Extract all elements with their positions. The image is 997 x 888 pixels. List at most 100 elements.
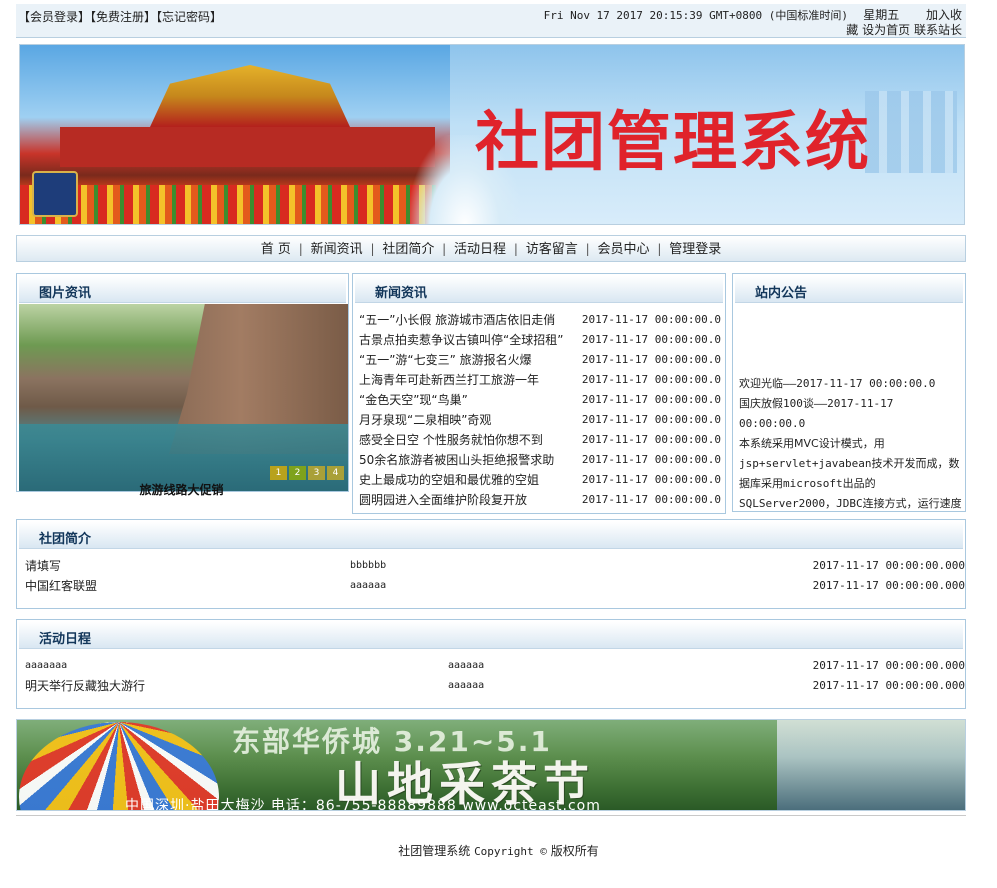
news-title-link[interactable]: 圆明园进入全面维护阶段复开放 (359, 490, 574, 510)
table-row: aaaaaaa aaaaaa 2017-11-17 00:00:00.000 (23, 656, 965, 676)
copyright-site: 社团管理系统 (398, 844, 471, 858)
activity-list: aaaaaaa aaaaaa 2017-11-17 00:00:00.000 明… (23, 656, 965, 696)
activity-schedule-panel: 活动日程 aaaaaaa aaaaaa 2017-11-17 00:00:00.… (16, 619, 966, 709)
activity-content: aaaaaa (448, 660, 485, 671)
system-description: 本系统采用MVC设计模式，用 (739, 437, 885, 450)
list-item: 50余名旅游者被困山头拒绝报警求助 2017-11-17 00:00:00.0 (359, 450, 721, 470)
news-title-link[interactable]: “金色天空”现“鸟巢” (359, 390, 574, 410)
top-bar: 【会员登录】【免费注册】【忘记密码】 Fri Nov 17 2017 20:15… (16, 4, 966, 38)
table-row: 明天举行反藏独大游行 aaaaaa 2017-11-17 00:00:00.00… (23, 676, 965, 696)
news-title-link[interactable]: 50余名旅游者被困山头拒绝报警求助 (359, 450, 574, 470)
club-content: bbbbbb (350, 560, 387, 571)
clock-text: Fri Nov 17 2017 20:15:39 GMT+0800 (中国标准时… (543, 9, 848, 22)
system-description: 据库采用microsoft出品的 (739, 477, 876, 490)
slideshow-image[interactable]: 1 2 3 4 (19, 304, 348, 491)
news-panel: 新闻资讯 “五一”小长假 旅游城市酒店依旧走俏 2017-11-17 00:00:… (352, 273, 726, 514)
nav-separator: | (513, 242, 518, 256)
system-description: SQLServer2000，JDBC连接方式，运行速度 (739, 497, 962, 510)
list-item: “五一”小长假 旅游城市酒店依旧走俏 2017-11-17 00:00:00.0 (359, 310, 721, 330)
main-nav: 首 页 | 新闻资讯 | 社团简介 | 活动日程 | 访客留言 | 会员中心 |… (16, 235, 966, 262)
nav-member-center[interactable]: 会员中心 (593, 242, 653, 257)
announcement-link[interactable]: 国庆放假100谈——2017-11-17 00:00:00.0 (739, 394, 965, 434)
pager-button[interactable]: 2 (289, 466, 306, 480)
weekday-text: 星期五 (863, 8, 900, 22)
activity-date: 2017-11-17 00:00:00.000 (812, 679, 965, 692)
news-date: 2017-11-17 00:00:00.0 (581, 373, 721, 386)
panel-header: 图片资讯 (19, 276, 346, 303)
decorative-tiles (865, 91, 957, 173)
panel-title: 站内公告 (755, 286, 808, 301)
panel-header: 新闻资讯 (355, 276, 723, 303)
slideshow-pager: 1 2 3 4 (270, 466, 344, 480)
news-date: 2017-11-17 00:00:00.0 (581, 493, 721, 506)
panel-title: 社团简介 (39, 532, 92, 547)
pager-button[interactable]: 3 (308, 466, 325, 480)
news-title-link[interactable]: 月牙泉现“二泉相映”奇观 (359, 410, 574, 430)
club-list: 请填写 bbbbbb 2017-11-17 00:00:00.000 中国红客联… (23, 556, 965, 596)
list-item: 月牙泉现“二泉相映”奇观 2017-11-17 00:00:00.0 (359, 410, 721, 430)
slideshow-caption[interactable]: 旅游线路大促销 (17, 481, 346, 498)
nav-separator: | (298, 242, 303, 256)
announcement-link[interactable]: 欢迎光临——2017-11-17 00:00:00.0 (739, 374, 965, 394)
activity-content: aaaaaa (448, 680, 485, 691)
site-title: 社团管理系统 (475, 106, 871, 180)
footer-divider (16, 815, 966, 816)
news-date: 2017-11-17 00:00:00.0 (581, 333, 721, 346)
list-item: 古景点拍卖惹争议古镇叫停“全球招租” 2017-11-17 00:00:00.0 (359, 330, 721, 350)
ad-banner[interactable]: 东部华侨城 3.21~5.1 山地采茶节 中国深圳·盐田大梅沙 电话：86-75… (16, 719, 966, 811)
news-list: “五一”小长假 旅游城市酒店依旧走俏 2017-11-17 00:00:00.0 … (359, 310, 721, 510)
panel-title: 活动日程 (39, 632, 92, 647)
header-banner: 社团管理系统 (19, 44, 965, 225)
activity-date: 2017-11-17 00:00:00.000 (812, 659, 965, 672)
news-date: 2017-11-17 00:00:00.0 (581, 453, 721, 466)
announcement-marquee: 欢迎光临——2017-11-17 00:00:00.0 国庆放假100谈——20… (739, 374, 965, 514)
nav-news[interactable]: 新闻资讯 (307, 242, 367, 257)
list-item: 感受全日空 个性服务就怕你想不到 2017-11-17 00:00:00.0 (359, 430, 721, 450)
copyright-rights: 版权所有 (550, 844, 599, 858)
picture-news-panel: 图片资讯 1 2 3 4 旅游线路大促销 (16, 273, 349, 497)
nav-separator: | (370, 242, 375, 256)
list-item: 上海青年可赴新西兰打工旅游一年 2017-11-17 00:00:00.0 (359, 370, 721, 390)
nav-club-intro[interactable]: 社团简介 (378, 242, 438, 257)
news-title-link[interactable]: 史上最成功的空姐和最优雅的空姐 (359, 470, 574, 490)
news-date: 2017-11-17 00:00:00.0 (581, 393, 721, 406)
copyright-footer: 社团管理系统 Copyright © 版权所有 (0, 842, 997, 859)
pager-button[interactable]: 4 (327, 466, 344, 480)
club-date: 2017-11-17 00:00:00.000 (812, 579, 965, 592)
member-login-link[interactable]: 【会员登录】 (18, 10, 90, 24)
news-title-link[interactable]: 上海青年可赴新西兰打工旅游一年 (359, 370, 574, 390)
club-name-link[interactable]: 中国红客联盟 (25, 576, 97, 596)
pager-button[interactable]: 1 (270, 466, 287, 480)
list-item: “五一”游“七变三” 旅游报名火爆 2017-11-17 00:00:00.0 (359, 350, 721, 370)
activity-name-link[interactable]: aaaaaaa (25, 656, 67, 676)
table-row: 请填写 bbbbbb 2017-11-17 00:00:00.000 (23, 556, 965, 576)
list-item: 圆明园进入全面维护阶段复开放 2017-11-17 00:00:00.0 (359, 490, 721, 510)
club-content: aaaaaa (350, 580, 387, 591)
tiananmen-image (20, 45, 450, 224)
news-title-link[interactable]: “五一”游“七变三” 旅游报名火爆 (359, 350, 574, 370)
table-row: 中国红客联盟 aaaaaa 2017-11-17 00:00:00.000 (23, 576, 965, 596)
news-title-link[interactable]: 感受全日空 个性服务就怕你想不到 (359, 430, 574, 450)
news-date: 2017-11-17 00:00:00.0 (581, 433, 721, 446)
nav-home[interactable]: 首 页 (257, 242, 295, 257)
panel-title: 图片资讯 (39, 286, 92, 301)
panel-title: 新闻资讯 (375, 286, 428, 301)
emblem-logo (32, 171, 78, 217)
nav-activities[interactable]: 活动日程 (450, 242, 510, 257)
nav-admin-login[interactable]: 管理登录 (665, 242, 725, 257)
activity-name-link[interactable]: 明天举行反藏独大游行 (25, 676, 145, 696)
gate-wall (60, 127, 435, 167)
forgot-password-link[interactable]: 【忘记密码】 (156, 10, 222, 24)
news-title-link[interactable]: “五一”小长假 旅游城市酒店依旧走俏 (359, 310, 574, 330)
system-description: jsp+servlet+javabean技术开发而成，数 (739, 457, 960, 470)
club-name-link[interactable]: 请填写 (25, 556, 61, 576)
nav-separator: | (585, 242, 590, 256)
announcement-panel: 站内公告 欢迎光临——2017-11-17 00:00:00.0 国庆放假100… (732, 273, 966, 512)
register-link[interactable]: 【免费注册】 (90, 10, 156, 24)
set-home-link[interactable]: 设为首页 (862, 23, 910, 37)
contact-link[interactable]: 联系站长 (914, 23, 962, 37)
ad-contact: 中国深圳·盐田大梅沙 电话：86-755-88889888 www.octeas… (125, 798, 601, 811)
nav-guestbook[interactable]: 访客留言 (522, 242, 582, 257)
club-date: 2017-11-17 00:00:00.000 (812, 559, 965, 572)
news-title-link[interactable]: 古景点拍卖惹争议古镇叫停“全球招租” (359, 330, 574, 350)
